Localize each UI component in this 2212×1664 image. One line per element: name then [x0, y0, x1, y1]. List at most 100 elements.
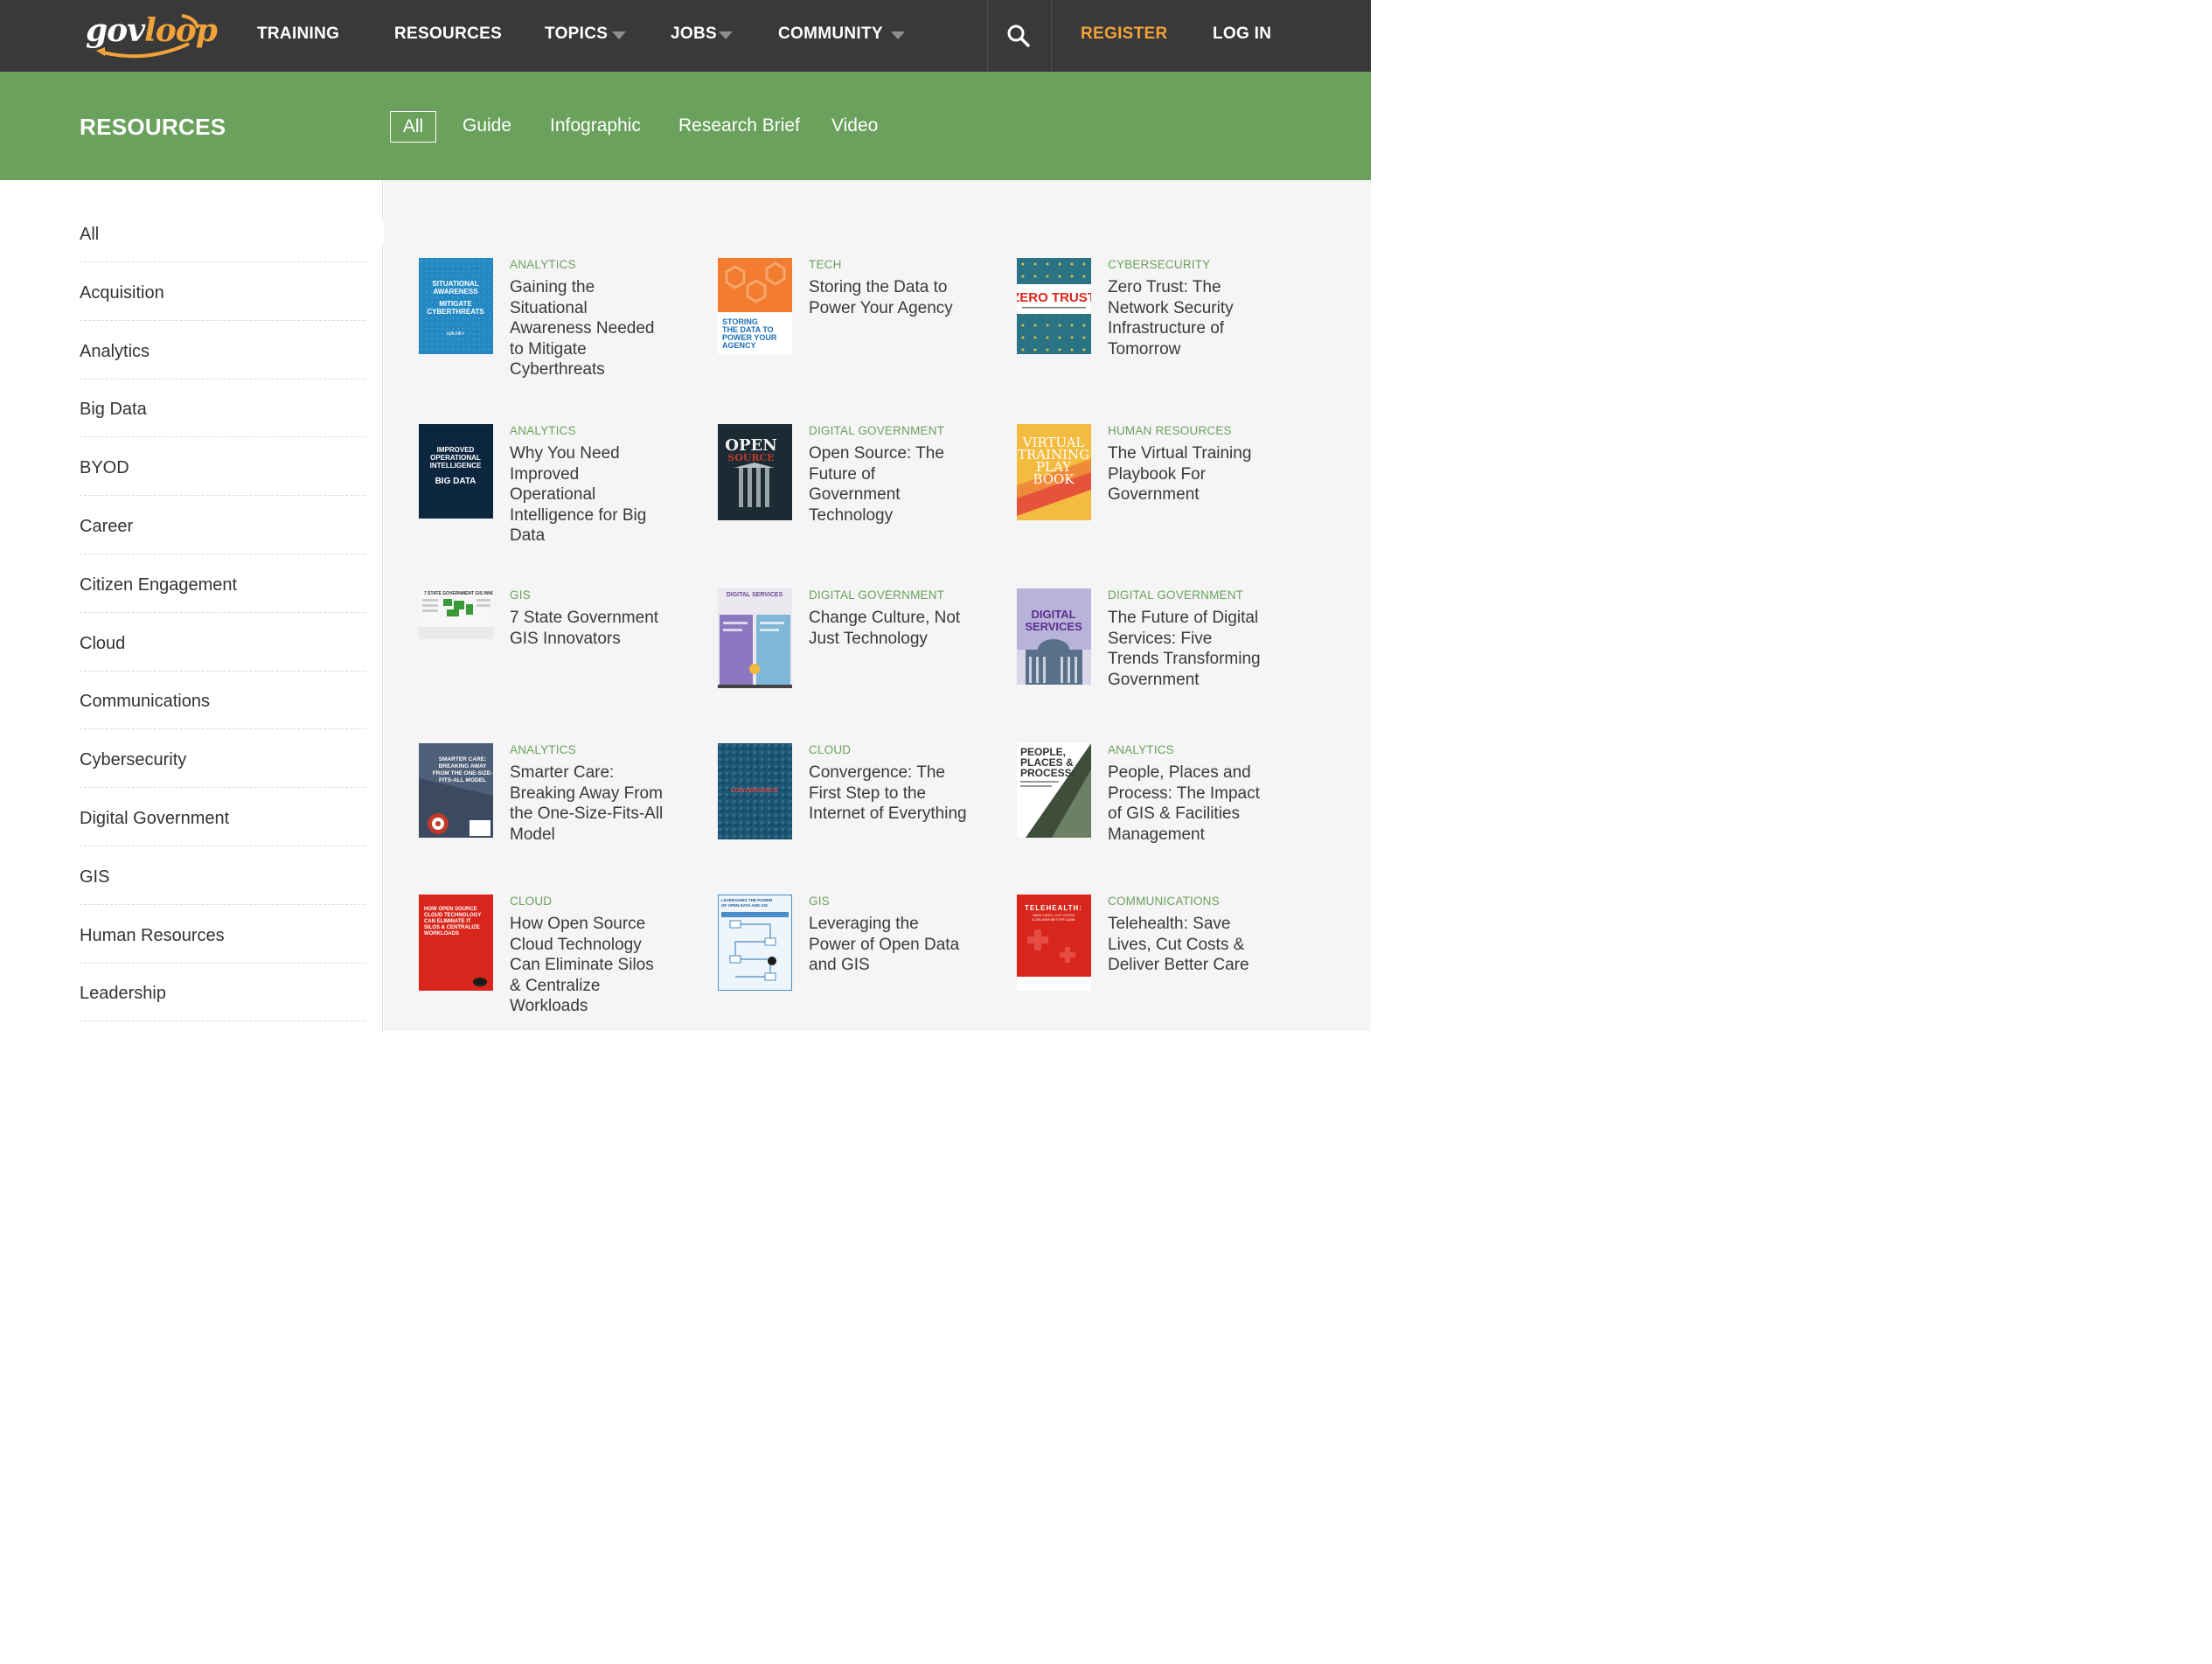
- resource-cover-image[interactable]: HOW OPEN SOURCE CLOUD TECHNOLOGY CAN ELI…: [419, 895, 493, 991]
- resource-cover-image[interactable]: LEVERAGING THE POWER OF OPEN DATA AND GI…: [718, 895, 792, 991]
- sidebar-item-cloud[interactable]: Cloud: [80, 614, 365, 672]
- resource-title[interactable]: 7 State Government GIS Innovators: [510, 608, 669, 649]
- resource-category[interactable]: DIGITAL GOVERNMENT: [809, 424, 944, 437]
- resource-cover-image[interactable]: OPEN SOURCE: [718, 424, 792, 520]
- resource-cover-image[interactable]: ZERO TRUST: [1017, 258, 1091, 354]
- chevron-down-icon[interactable]: [719, 31, 733, 39]
- resource-card[interactable]: SITUATIONAL AWARENESS MITIGATE CYBERTHRE…: [419, 258, 681, 389]
- resource-card[interactable]: ZERO TRUST CYBERSECURITY Zero Trust: The …: [1017, 258, 1279, 389]
- resource-cover-image[interactable]: DIGITAL SERVICES: [1017, 588, 1091, 685]
- svg-text:BREAKING AWAY: BREAKING AWAY: [439, 763, 487, 769]
- sidebar-item-label: All: [80, 225, 100, 244]
- resource-card[interactable]: TELEHEALTH: SAVE LIVES, CUT COSTS & DELI…: [1017, 895, 1279, 1026]
- resource-title[interactable]: Open Source: The Future of Government Te…: [809, 443, 968, 526]
- sidebar-item-leadership[interactable]: Leadership: [80, 964, 365, 1022]
- sidebar-item-label: Cybersecurity: [80, 750, 187, 770]
- govloop-logo[interactable]: govloop: [86, 9, 218, 59]
- sidebar-item-communications[interactable]: Communications: [80, 672, 365, 730]
- resource-category[interactable]: CLOUD: [510, 895, 552, 908]
- svg-text:CYBERTHREATS: CYBERTHREATS: [427, 308, 484, 316]
- sidebar-item-career[interactable]: Career: [80, 497, 365, 554]
- resource-card[interactable]: DIGITAL SERVICES DIGITAL GOVERNMENT Chang…: [718, 588, 980, 720]
- resource-cover-image[interactable]: 7 STATE GOVERNMENT GIS INNOVATORS: [419, 588, 493, 639]
- sidebar-item-cybersecurity[interactable]: Cybersecurity: [80, 730, 365, 789]
- search-icon[interactable]: [1005, 23, 1032, 49]
- resource-cover-image[interactable]: SMARTER CARE: BREAKING AWAY FROM THE ONE…: [419, 743, 493, 838]
- resource-title[interactable]: How Open Source Cloud Technology Can Eli…: [510, 914, 669, 1017]
- sidebar-item-gis[interactable]: GIS: [80, 847, 365, 905]
- resource-card[interactable]: OPEN SOURCE DIGITAL GOVERNMENT Open Sourc…: [718, 424, 980, 555]
- sidebar-item-label: Acquisition: [80, 282, 164, 303]
- resource-title[interactable]: Gaining the Situational Awareness Needed…: [510, 277, 669, 380]
- register-link[interactable]: REGISTER: [1081, 24, 1168, 44]
- sidebar-item-human-resources[interactable]: Human Resources: [80, 906, 365, 964]
- resource-category[interactable]: ANALYTICS: [510, 258, 576, 271]
- resource-title[interactable]: The Future of Digital Services: Five Tre…: [1108, 608, 1267, 690]
- filter-video[interactable]: Video: [831, 115, 878, 136]
- resource-card[interactable]: SMARTER CARE: BREAKING AWAY FROM THE ONE…: [419, 743, 681, 874]
- resource-title[interactable]: Smarter Care: Breaking Away From the One…: [510, 762, 669, 845]
- resource-cover-image[interactable]: TELEHEALTH: SAVE LIVES, CUT COSTS & DELI…: [1017, 895, 1091, 991]
- nav-jobs[interactable]: JOBS: [671, 24, 717, 44]
- resource-category[interactable]: DIGITAL GOVERNMENT: [1108, 588, 1243, 602]
- resource-card[interactable]: HOW OPEN SOURCE CLOUD TECHNOLOGY CAN ELI…: [419, 895, 681, 1026]
- resource-cover-image[interactable]: DIGITAL SERVICES: [718, 588, 792, 688]
- resource-category[interactable]: ANALYTICS: [1108, 743, 1174, 756]
- resource-cover-image[interactable]: STORING THE DATA TO POWER YOUR AGENCY: [718, 258, 792, 354]
- resource-category[interactable]: HUMAN RESOURCES: [1108, 424, 1232, 437]
- nav-training[interactable]: TRAINING: [257, 24, 339, 44]
- resource-title[interactable]: Why You Need Improved Operational Intell…: [510, 443, 669, 547]
- resource-title[interactable]: The Virtual Training Playbook For Govern…: [1108, 443, 1267, 505]
- resource-card[interactable]: PEOPLE, PLACES & PROCESS: ANALYTICS Peopl…: [1017, 743, 1279, 874]
- resource-cover-image[interactable]: PEOPLE, PLACES & PROCESS:: [1017, 743, 1091, 838]
- resource-cover-image[interactable]: VIRTUAL TRAINING PLAY BOOK: [1017, 424, 1091, 520]
- resource-category[interactable]: GIS: [510, 588, 531, 602]
- resource-category[interactable]: CLOUD: [809, 743, 851, 756]
- filter-all[interactable]: All: [390, 111, 436, 143]
- resource-cover-image[interactable]: IMPROVED OPERATIONAL INTELLIGENCE BIG DA…: [419, 424, 493, 519]
- resource-card[interactable]: VIRTUAL TRAINING PLAY BOOK HUMAN RESOURCE…: [1017, 424, 1279, 555]
- resource-card[interactable]: DIGITAL SERVICES DIGITAL GOVERNMENT The F…: [1017, 588, 1279, 720]
- resource-card[interactable]: IMPROVED OPERATIONAL INTELLIGENCE BIG DA…: [419, 424, 681, 555]
- top-navigation: govloop TRAINING RESOURCES TOPICS JOBS C…: [0, 0, 1371, 72]
- resource-title[interactable]: Convergence: The First Step to the Inter…: [809, 762, 968, 825]
- resource-category[interactable]: COMMUNICATIONS: [1108, 895, 1220, 908]
- resource-category[interactable]: GIS: [809, 895, 830, 908]
- sidebar-item-big-data[interactable]: Big Data: [80, 379, 365, 438]
- page-title: RESOURCES: [80, 114, 226, 140]
- sidebar-item-acquisition[interactable]: Acquisition: [80, 263, 365, 321]
- resource-title[interactable]: Change Culture, Not Just Technology: [809, 608, 968, 649]
- sidebar-item-all[interactable]: All: [80, 205, 365, 262]
- nav-resources[interactable]: RESOURCES: [394, 24, 502, 44]
- resource-card[interactable]: CONVERGENCE CLOUD Convergence: The First S…: [718, 743, 980, 874]
- resource-title[interactable]: Telehealth: Save Lives, Cut Costs & Deli…: [1108, 914, 1267, 976]
- resource-category[interactable]: ANALYTICS: [510, 743, 576, 756]
- sidebar-item-analytics[interactable]: Analytics: [80, 322, 365, 379]
- resource-card[interactable]: LEVERAGING THE POWER OF OPEN DATA AND GI…: [718, 895, 980, 1026]
- sidebar-item-label: Citizen Engagement: [80, 574, 238, 595]
- resource-title[interactable]: Leveraging the Power of Open Data and GI…: [809, 914, 968, 976]
- sidebar-item-digital-government[interactable]: Digital Government: [80, 789, 365, 846]
- resource-cover-image[interactable]: SITUATIONAL AWARENESS MITIGATE CYBERTHRE…: [419, 258, 493, 354]
- nav-community[interactable]: COMMUNITY: [778, 24, 883, 44]
- filter-guide[interactable]: Guide: [463, 115, 511, 136]
- resource-card[interactable]: 7 STATE GOVERNMENT GIS INNOVATORS GIS 7 S…: [419, 588, 681, 720]
- resource-card[interactable]: STORING THE DATA TO POWER YOUR AGENCY TEC…: [718, 258, 980, 389]
- resource-cover-image[interactable]: CONVERGENCE: [718, 743, 792, 839]
- svg-text:DIGITAL: DIGITAL: [1031, 608, 1075, 621]
- resource-category[interactable]: DIGITAL GOVERNMENT: [809, 588, 944, 602]
- resource-category[interactable]: CYBERSECURITY: [1108, 258, 1210, 271]
- sidebar-item-byod[interactable]: BYOD: [80, 438, 365, 497]
- chevron-down-icon[interactable]: [612, 31, 626, 39]
- resource-title[interactable]: Zero Trust: The Network Security Infrast…: [1108, 277, 1267, 359]
- resource-title[interactable]: People, Places and Process: The Impact o…: [1108, 762, 1267, 845]
- resource-category[interactable]: TECH: [809, 258, 842, 271]
- resource-category[interactable]: ANALYTICS: [510, 424, 576, 437]
- nav-topics[interactable]: TOPICS: [545, 24, 608, 44]
- resource-title[interactable]: Storing the Data to Power Your Agency: [809, 277, 968, 318]
- chevron-down-icon[interactable]: [891, 31, 905, 39]
- filter-infographic[interactable]: Infographic: [550, 115, 641, 136]
- filter-research-brief[interactable]: Research Brief: [678, 115, 800, 136]
- login-link[interactable]: LOG IN: [1213, 24, 1271, 44]
- sidebar-item-citizen-engagement[interactable]: Citizen Engagement: [80, 555, 365, 613]
